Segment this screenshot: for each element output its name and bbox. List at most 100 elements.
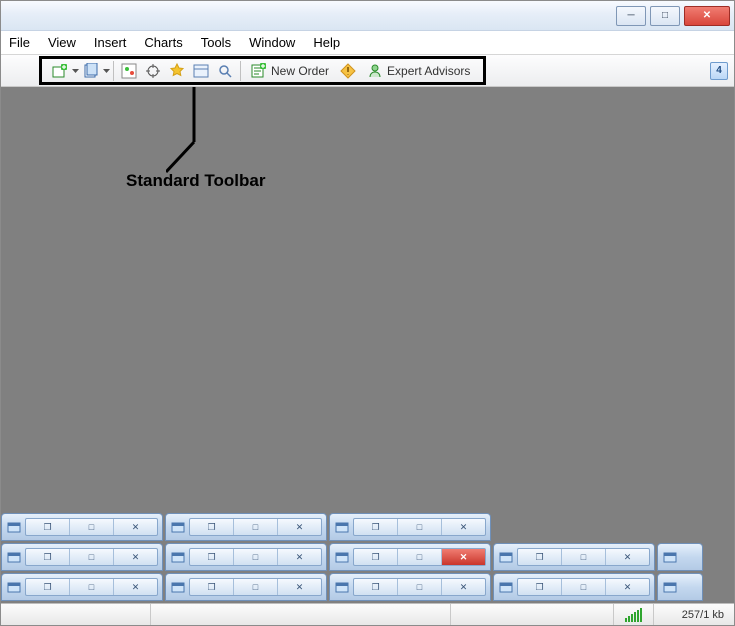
close-button[interactable]: ✕ <box>606 579 649 595</box>
profiles-button[interactable] <box>80 60 102 82</box>
standard-toolbar-row: New Order Expert Advisors 4 <box>1 55 734 87</box>
restore-button[interactable]: ❐ <box>26 519 70 535</box>
minimized-child-window[interactable]: ❐□✕ <box>165 543 327 571</box>
toolbar-right: 4 <box>710 55 734 86</box>
market-watch-icon <box>121 63 137 79</box>
status-cell-1 <box>1 604 151 625</box>
minimized-child-window-truncated[interactable] <box>657 573 703 601</box>
child-window-controls: ❐□✕ <box>189 578 322 596</box>
annotation-label: Standard Toolbar <box>126 171 265 191</box>
close-button[interactable]: ✕ <box>278 579 321 595</box>
traffic-stats: 257/1 kb <box>654 604 734 625</box>
maximize-button[interactable]: □ <box>650 6 680 26</box>
menu-insert[interactable]: Insert <box>94 35 127 50</box>
maximize-button[interactable]: □ <box>562 579 606 595</box>
navigator-button[interactable] <box>142 60 164 82</box>
restore-button[interactable]: ❐ <box>354 579 398 595</box>
restore-button[interactable]: ❐ <box>26 579 70 595</box>
chart-window-icon <box>6 549 22 565</box>
close-button[interactable]: ✕ <box>114 549 157 565</box>
minimized-child-window[interactable]: ❐□✕ <box>493 543 655 571</box>
menu-view[interactable]: View <box>48 35 76 50</box>
minimized-child-window[interactable]: ❐□✕ <box>329 573 491 601</box>
minimized-child-window[interactable]: ❐□✕ <box>493 573 655 601</box>
new-order-button[interactable]: New Order <box>245 60 335 82</box>
restore-button[interactable]: ❐ <box>518 549 562 565</box>
minimized-child-window[interactable]: ❐□✕ <box>1 573 163 601</box>
close-button[interactable]: ✕ <box>684 6 730 26</box>
chart-window-icon <box>6 579 22 595</box>
maximize-button[interactable]: □ <box>70 579 114 595</box>
chart-window-icon <box>334 519 350 535</box>
annotation-arrow <box>166 87 206 177</box>
minimized-child-window[interactable]: ❐□✕ <box>165 573 327 601</box>
signal-bars-icon <box>625 608 642 622</box>
chart-window-icon <box>170 549 186 565</box>
data-window-button[interactable] <box>166 60 188 82</box>
profiles-dropdown[interactable] <box>103 69 110 73</box>
strategy-tester-button[interactable] <box>214 60 236 82</box>
chart-window-icon <box>170 579 186 595</box>
menu-tools[interactable]: Tools <box>201 35 231 50</box>
close-button[interactable]: ✕ <box>114 579 157 595</box>
terminal-button[interactable] <box>190 60 212 82</box>
menu-charts[interactable]: Charts <box>144 35 182 50</box>
minimize-button[interactable]: ─ <box>616 6 646 26</box>
standard-toolbar-highlight: New Order Expert Advisors <box>39 56 486 85</box>
new-order-label: New Order <box>271 64 329 78</box>
market-watch-button[interactable] <box>118 60 140 82</box>
menu-window[interactable]: Window <box>249 35 295 50</box>
notifier-badge[interactable]: 4 <box>710 62 728 80</box>
maximize-button[interactable]: □ <box>562 549 606 565</box>
menu-help[interactable]: Help <box>313 35 340 50</box>
minimized-child-window[interactable]: ❐□✕ <box>1 513 163 541</box>
expert-advisors-button[interactable]: Expert Advisors <box>361 60 476 82</box>
chart-window-icon <box>662 549 678 565</box>
maximize-button[interactable]: □ <box>398 549 442 565</box>
minimized-child-window[interactable]: ❐□✕ <box>329 513 491 541</box>
chart-window-icon <box>498 549 514 565</box>
minimized-child-window[interactable]: ❐□✕ <box>165 513 327 541</box>
minimized-child-window-truncated[interactable] <box>657 543 703 571</box>
close-button[interactable]: ✕ <box>606 549 649 565</box>
new-chart-dropdown[interactable] <box>72 69 79 73</box>
child-window-controls: ❐□✕ <box>25 548 158 566</box>
maximize-button[interactable]: □ <box>234 579 278 595</box>
child-window-controls: ❐□✕ <box>25 518 158 536</box>
close-button[interactable]: ✕ <box>442 579 485 595</box>
menu-bar: File View Insert Charts Tools Window Hel… <box>1 31 734 55</box>
maximize-button[interactable]: □ <box>70 519 114 535</box>
terminal-icon <box>193 63 209 79</box>
restore-button[interactable]: ❐ <box>354 549 398 565</box>
child-window-controls: ❐□✕ <box>189 518 322 536</box>
new-chart-button[interactable] <box>49 60 71 82</box>
mdi-row: ❐□✕❐□✕❐□✕❐□✕ <box>1 543 734 573</box>
restore-button[interactable]: ❐ <box>26 549 70 565</box>
close-button[interactable]: ✕ <box>442 519 485 535</box>
status-cell-2 <box>151 604 451 625</box>
minimized-child-window[interactable]: ❐□✕ <box>329 543 491 571</box>
chart-window-icon <box>170 519 186 535</box>
connection-indicator[interactable] <box>614 604 654 625</box>
child-window-controls: ❐□✕ <box>353 548 486 566</box>
maximize-button[interactable]: □ <box>70 549 114 565</box>
maximize-button[interactable]: □ <box>398 579 442 595</box>
restore-button[interactable]: ❐ <box>190 519 234 535</box>
chart-window-icon <box>334 579 350 595</box>
maximize-button[interactable]: □ <box>234 519 278 535</box>
restore-button[interactable]: ❐ <box>518 579 562 595</box>
child-window-controls: ❐□✕ <box>517 548 650 566</box>
restore-button[interactable]: ❐ <box>190 579 234 595</box>
close-button[interactable]: ✕ <box>278 549 321 565</box>
close-button[interactable]: ✕ <box>114 519 157 535</box>
meta-editor-button[interactable] <box>337 60 359 82</box>
menu-file[interactable]: File <box>9 35 30 50</box>
minimized-child-window[interactable]: ❐□✕ <box>1 543 163 571</box>
close-button[interactable]: ✕ <box>442 549 485 565</box>
maximize-button[interactable]: □ <box>398 519 442 535</box>
child-window-controls: ❐□✕ <box>189 548 322 566</box>
restore-button[interactable]: ❐ <box>354 519 398 535</box>
maximize-button[interactable]: □ <box>234 549 278 565</box>
close-button[interactable]: ✕ <box>278 519 321 535</box>
restore-button[interactable]: ❐ <box>190 549 234 565</box>
